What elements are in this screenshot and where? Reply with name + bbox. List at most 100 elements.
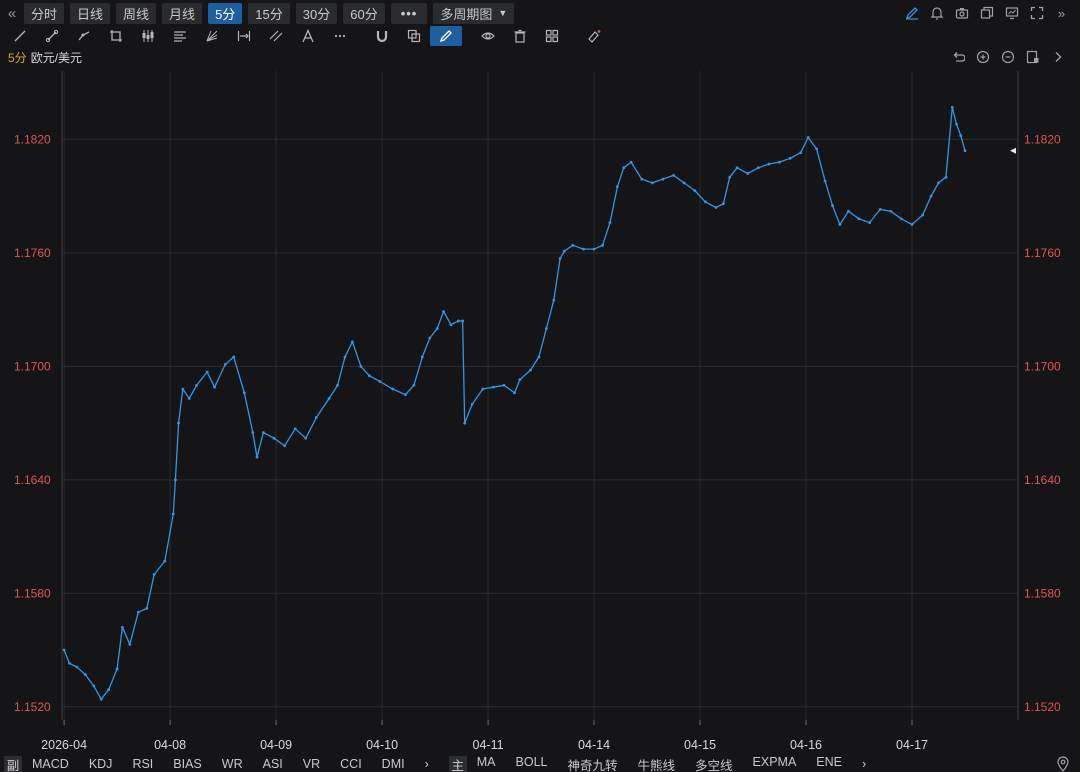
data-point	[463, 421, 467, 425]
eraser-icon[interactable]	[578, 26, 610, 46]
multi-period-label: 多周期图	[440, 6, 493, 22]
zoom-out-icon[interactable]	[995, 47, 1020, 67]
data-point	[661, 177, 665, 181]
data-point	[650, 181, 654, 185]
ray-tool-icon[interactable]	[36, 26, 68, 46]
period-tab[interactable]: 分时	[24, 2, 65, 24]
data-point	[378, 380, 382, 383]
collapse-left-icon[interactable]: «	[0, 0, 24, 26]
data-point	[703, 200, 707, 204]
period-tab[interactable]: 30分	[295, 2, 338, 24]
y-tick-label-left: 1.1580	[14, 586, 51, 600]
expand-right-icon[interactable]: »	[1049, 0, 1074, 26]
data-point	[128, 642, 132, 646]
sub-indicator-item[interactable]: WR	[212, 757, 253, 771]
data-point	[537, 355, 541, 359]
chart-settings-icon[interactable]	[1020, 47, 1045, 67]
line-tool-icon[interactable]	[4, 26, 36, 46]
data-point	[255, 455, 259, 459]
more-periods-button[interactable]: •••	[390, 2, 428, 24]
main-indicator-next-icon[interactable]: ›	[852, 757, 876, 771]
period-tab[interactable]: 5分	[208, 2, 243, 24]
y-tick-label-right: 1.1580	[1024, 586, 1061, 600]
main-indicator-item[interactable]: 牛熊线	[628, 755, 686, 772]
data-point	[756, 166, 760, 170]
location-pin-icon[interactable]	[1056, 756, 1070, 772]
camera-icon[interactable]	[949, 0, 974, 26]
measure-tool-icon[interactable]	[228, 26, 260, 46]
data-point	[629, 160, 633, 164]
parallel-channel-tool-icon[interactable]	[260, 26, 292, 46]
period-tab[interactable]: 日线	[70, 2, 111, 24]
symbol-row: 5分 欧元/美元	[0, 47, 1080, 67]
data-point	[442, 310, 445, 313]
fullscreen-icon[interactable]	[1024, 0, 1049, 26]
candle-tool-icon[interactable]	[132, 26, 164, 46]
price-line	[63, 106, 966, 700]
more-tools-icon[interactable]	[324, 26, 356, 46]
copy-window-icon[interactable]	[974, 0, 999, 26]
zoom-in-icon[interactable]	[970, 47, 995, 67]
expand-panel-icon[interactable]	[1045, 47, 1070, 67]
price-chart[interactable]: 1.1520 1.1520 1.1580 1.1580 1.1640 1.1640 1.17…	[0, 67, 1080, 754]
grid-layout-icon[interactable]	[536, 26, 568, 46]
main-indicator-item[interactable]: MA	[467, 755, 506, 772]
data-point	[552, 298, 556, 302]
data-point	[359, 364, 363, 368]
data-point	[746, 172, 750, 175]
y-tick-label-left: 1.1640	[14, 473, 51, 487]
sub-indicator-item[interactable]: RSI	[122, 757, 163, 771]
bell-icon[interactable]	[924, 0, 949, 26]
magnet-icon[interactable]	[366, 26, 398, 46]
x-tick-label: 04-15	[684, 738, 716, 752]
data-point	[693, 189, 697, 192]
data-point	[937, 181, 940, 185]
undo-icon[interactable]	[945, 47, 970, 67]
main-indicator-item[interactable]: 神奇九转	[557, 755, 627, 772]
data-point	[83, 673, 87, 677]
period-tab[interactable]: 月线	[162, 2, 203, 24]
main-indicator-list: MA BOLL 神奇九转 牛熊线 多空线 EXPMA ENE	[467, 755, 852, 772]
multi-period-dropdown[interactable]: 多周期图 ▼	[433, 2, 515, 24]
data-point	[950, 105, 954, 109]
monitor-icon[interactable]	[999, 0, 1024, 26]
period-tab[interactable]: 60分	[343, 2, 385, 24]
data-point	[735, 166, 739, 170]
x-tick-label: 04-09	[260, 738, 292, 752]
text-tool-icon[interactable]	[292, 26, 324, 46]
top-right-tools: »	[899, 0, 1074, 26]
fibonacci-tool-icon[interactable]	[164, 26, 196, 46]
eye-visibility-icon[interactable]	[472, 26, 504, 46]
sub-indicator-item[interactable]: BIAS	[163, 757, 212, 771]
sub-indicator-tag: 副	[4, 756, 22, 772]
main-indicator-item[interactable]: ENE	[806, 755, 852, 772]
pen-edit-icon[interactable]	[899, 0, 924, 26]
sub-indicator-item[interactable]: VR	[293, 757, 330, 771]
layers-icon[interactable]	[398, 26, 430, 46]
data-point	[145, 607, 149, 610]
data-point	[107, 688, 111, 692]
x-tick-label: 04-10	[366, 738, 398, 752]
sub-indicator-item[interactable]: CCI	[330, 757, 372, 771]
main-indicator-item[interactable]: BOLL	[506, 755, 558, 772]
sub-indicator-item[interactable]: KDJ	[79, 757, 123, 771]
period-tab[interactable]: 周线	[116, 2, 157, 24]
data-point	[529, 368, 532, 372]
data-point	[558, 257, 562, 260]
segment-tool-icon[interactable]	[68, 26, 100, 46]
main-indicator-item[interactable]: 多空线	[685, 755, 743, 772]
data-point	[491, 385, 495, 389]
sub-indicator-item[interactable]: DMI	[372, 757, 415, 771]
sub-indicator-item[interactable]: ASI	[253, 757, 293, 771]
crop-tool-icon[interactable]	[100, 26, 132, 46]
period-tab[interactable]: 15分	[248, 2, 290, 24]
sub-indicator-next-icon[interactable]: ›	[415, 757, 439, 771]
main-indicator-item[interactable]: EXPMA	[743, 755, 807, 772]
data-point	[963, 149, 967, 153]
trash-icon[interactable]	[504, 26, 536, 46]
gann-fan-tool-icon[interactable]	[196, 26, 228, 46]
draw-pen-icon[interactable]	[430, 26, 462, 46]
sub-indicator-item[interactable]: MACD	[22, 757, 79, 771]
data-point	[838, 223, 842, 226]
current-price-marker	[1010, 147, 1016, 154]
